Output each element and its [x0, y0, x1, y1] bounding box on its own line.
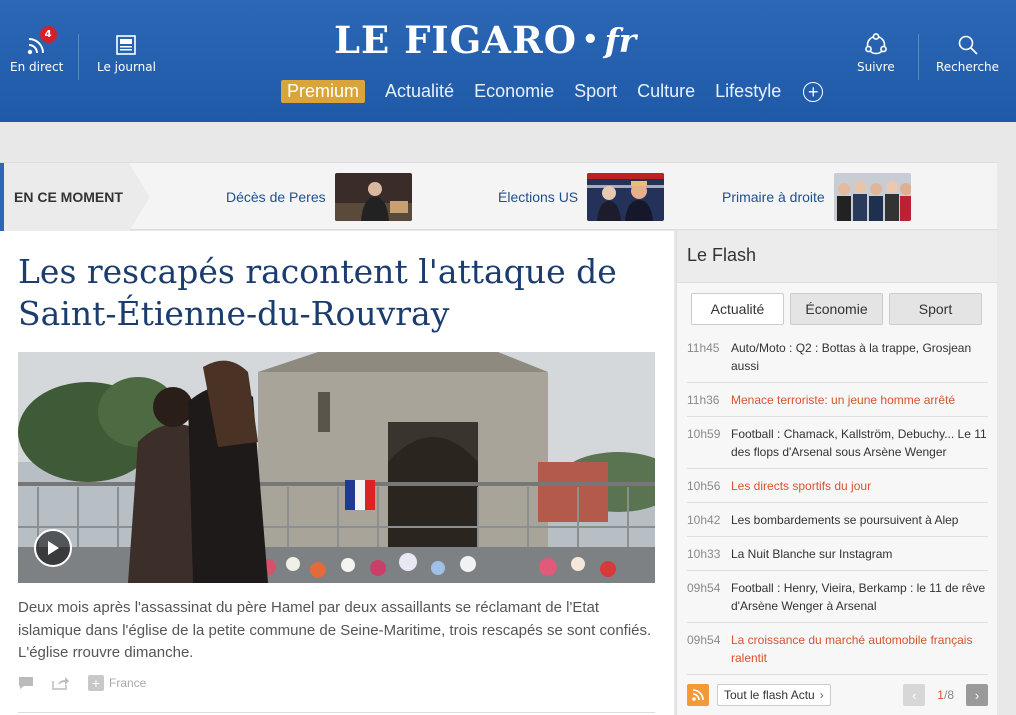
page-indicator: 1/8 [937, 688, 954, 702]
elections-thumbnail [587, 173, 665, 221]
flash-item-text: Les bombardements se poursuivent à Alep [731, 513, 959, 527]
flash-item-time: 10h33 [687, 547, 721, 561]
flash-item[interactable]: 09h54 Football : Henry, Vieira, Berkamp :… [687, 571, 988, 623]
nav-culture[interactable]: Culture [637, 81, 695, 102]
nav-economie[interactable]: Economie [474, 81, 554, 102]
primaire-thumbnail [833, 173, 911, 221]
flash-tab-economie[interactable]: Économie [790, 293, 883, 325]
main-article: Les rescapés racontent l'attaque de Sain… [0, 231, 674, 715]
flash-item-text: Les directs sportifs du jour [731, 479, 872, 493]
trending-label: EN CE MOMENT [4, 163, 150, 231]
trending-item[interactable]: Élections US [498, 172, 665, 222]
newspaper-icon [115, 30, 137, 60]
rss-feed-icon[interactable] [687, 684, 709, 706]
nav-actualite[interactable]: Actualité [385, 81, 454, 102]
header-divider [918, 34, 919, 80]
chevron-right-icon: › [819, 688, 824, 702]
flash-item-time: 11h45 [687, 341, 720, 355]
flash-item[interactable]: 11h36 Menace terroriste: un jeune homme a… [687, 383, 988, 417]
flash-item-time: 09h54 [687, 633, 721, 647]
flash-tabs: Actualité Économie Sport [691, 293, 988, 325]
rss-icon: 4 [26, 26, 57, 60]
tag-link[interactable]: + France [88, 675, 146, 691]
tag-label: France [109, 676, 147, 690]
peres-thumbnail [334, 173, 412, 221]
flash-item-time: 09h54 [687, 581, 721, 595]
play-icon [48, 541, 59, 555]
all-flash-label: Tout le flash Actu [724, 688, 815, 702]
search-button[interactable]: Recherche [936, 30, 999, 74]
nav-premium[interactable]: Premium [281, 80, 366, 103]
nav-lifestyle[interactable]: Lifestyle [715, 81, 781, 102]
article-photo[interactable] [18, 352, 655, 583]
flash-tab-sport[interactable]: Sport [889, 293, 982, 325]
site-logo[interactable]: LE FIGARO • fr [334, 18, 636, 62]
flash-item-time: 10h56 [687, 479, 721, 493]
article-tools: + France [18, 675, 164, 691]
search-icon [957, 30, 979, 60]
header-divider [78, 34, 79, 80]
nav-more-icon[interactable]: + [803, 81, 824, 102]
article-divider [18, 712, 655, 713]
follow-button[interactable]: Suivre [857, 30, 895, 74]
follow-icon [864, 30, 888, 60]
live-label: En direct [10, 60, 64, 74]
trending-item-label: Élections US [498, 189, 579, 205]
flash-item[interactable]: 10h42 Les bombardements se poursuivent à … [687, 503, 988, 537]
share-icon[interactable] [52, 676, 70, 690]
trending-item[interactable]: Primaire à droite [722, 172, 911, 222]
next-page-button[interactable]: › [966, 684, 988, 706]
flash-item-text: Football : Henry, Vieira, Berkamp : le 1… [731, 581, 986, 613]
add-icon: + [88, 675, 104, 691]
flash-item[interactable]: 10h59 Football : Chamack, Kallström, Debu… [687, 417, 988, 469]
trending-accent [0, 163, 4, 231]
live-count-badge: 4 [39, 26, 57, 43]
flash-item[interactable]: 11h45 Auto/Moto : Q2 : Bottas à la trappe… [687, 331, 988, 383]
all-flash-button[interactable]: Tout le flash Actu › [717, 684, 831, 706]
trending-item-label: Décès de Peres [226, 189, 326, 205]
main-nav: Premium Actualité Economie Sport Culture… [281, 80, 824, 103]
logo-dot: • [581, 25, 600, 55]
play-video-button[interactable] [34, 529, 72, 567]
flash-item-time: 10h42 [687, 513, 721, 527]
flash-item[interactable]: 09h54 La croissance du marché automobile … [687, 623, 988, 675]
live-button[interactable]: 4 En direct [10, 26, 64, 74]
flash-pagination: ‹ 1/8 › [903, 684, 988, 706]
journal-label: Le journal [97, 60, 156, 74]
article-title[interactable]: Les rescapés racontent l'attaque de Sain… [18, 251, 658, 335]
page-total: /8 [943, 688, 954, 702]
flash-title: Le Flash [677, 231, 997, 283]
trending-item[interactable]: Décès de Peres [226, 172, 412, 222]
article-lede: Deux mois après l'assassinat du père Ham… [18, 599, 652, 661]
flash-footer: Tout le flash Actu › ‹ 1/8 › [687, 684, 988, 706]
page-current: 1 [937, 688, 944, 702]
flash-item-text: La Nuit Blanche sur Instagram [731, 547, 893, 561]
flash-item-text: Menace terroriste: un jeune homme arrêté [731, 393, 956, 407]
search-label: Recherche [936, 60, 1000, 74]
trending-bar: EN CE MOMENT Décès de Peres Élections US… [0, 162, 997, 231]
prev-page-button[interactable]: ‹ [903, 684, 926, 706]
flash-item-time: 10h59 [687, 427, 721, 441]
trending-item-label: Primaire à droite [722, 189, 825, 205]
chevron-right-icon: › [974, 687, 980, 703]
flash-item-time: 11h36 [687, 393, 720, 407]
site-header: 4 En direct Le journal LE FIGARO • fr Pr… [0, 0, 1016, 122]
comment-icon[interactable] [18, 676, 34, 690]
logo-main: LE FIGARO [334, 18, 577, 62]
nav-sport[interactable]: Sport [574, 81, 617, 102]
flash-item-text: Auto/Moto : Q2 : Bottas à la trappe, Gro… [731, 341, 972, 373]
flash-item-text: Football : Chamack, Kallström, Debuchy..… [731, 427, 987, 459]
flash-item-text: La croissance du marché automobile franç… [731, 633, 973, 665]
flash-item[interactable]: 10h33 La Nuit Blanche sur Instagram [687, 537, 988, 571]
journal-button[interactable]: Le journal [97, 30, 156, 74]
flash-item[interactable]: 10h56 Les directs sportifs du jour [687, 469, 988, 503]
flash-tab-actualite[interactable]: Actualité [691, 293, 784, 325]
follow-label: Suivre [857, 60, 895, 74]
logo-fr: fr [604, 20, 637, 60]
chevron-left-icon: ‹ [912, 687, 917, 703]
flash-list: 11h45 Auto/Moto : Q2 : Bottas à la trappe… [687, 331, 988, 675]
flash-panel: Le Flash Actualité Économie Sport 11h45 A… [676, 231, 997, 715]
church-photo [18, 352, 655, 583]
